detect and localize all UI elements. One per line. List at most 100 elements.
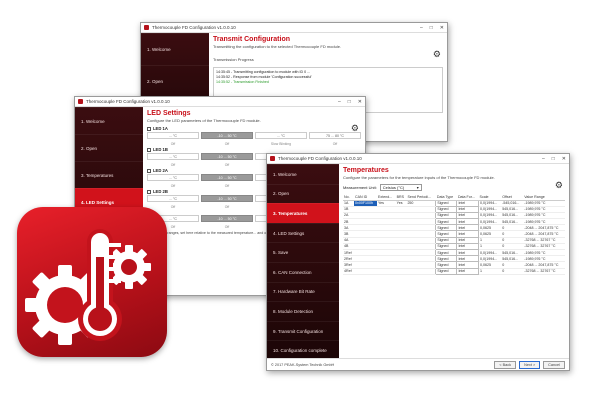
led-label: LED 1B (153, 147, 168, 152)
thermometer-gear-app-icon (17, 207, 167, 357)
led-state: Off (170, 163, 176, 167)
window-title: Thermocouple FD Configuration v1.0.0.10 (278, 156, 362, 161)
footer: © 2017 PEAK-System Technik GmbH < Back Ne… (267, 358, 569, 370)
led-range-cell[interactable]: ... °C (147, 195, 199, 202)
temperatures-window: Thermocouple FD Configuration v1.0.0.10 –… (266, 153, 570, 371)
close-icon[interactable]: ✕ (440, 25, 444, 31)
led-range-cell[interactable]: ... °C (147, 174, 199, 181)
led-range-cell[interactable]: -10 ... 50 °C (201, 215, 253, 222)
sidebar-item[interactable]: 6. CAN Connection (267, 261, 339, 282)
led-checkbox[interactable] (147, 168, 151, 173)
cancel-button[interactable]: Cancel (543, 360, 565, 369)
page-subtitle: Transmitting the configuration to the se… (213, 44, 342, 49)
unit-select[interactable]: Celsius (°C) ▾ (379, 184, 422, 191)
app-icon (270, 156, 275, 161)
led-checkbox[interactable] (147, 189, 151, 194)
sidebar-item[interactable]: 7. Hardware Bit Rate (267, 281, 339, 302)
led-range-cell[interactable]: ... °C (255, 132, 307, 139)
close-icon[interactable]: ✕ (358, 99, 362, 105)
led-state: Slow Blinking (270, 142, 292, 146)
led-header: LED 1B (147, 147, 361, 152)
minimize-icon[interactable]: – (338, 99, 341, 105)
page-subtitle: Configure the LED parameters of the Ther… (147, 118, 261, 123)
sidebar: 1. Welcome 2. Open 3. Temperatures 4. LED S… (267, 164, 339, 358)
table-cell[interactable] (395, 268, 407, 275)
table-cell[interactable]: Signed (435, 267, 458, 275)
table-cell[interactable]: -32768 ... 32767 °C (523, 268, 565, 275)
led-range-cell[interactable]: -10 ... 50 °C (201, 153, 253, 160)
led-header: LED 1A (147, 126, 361, 131)
sidebar-item[interactable]: 10. Configuration complete (267, 340, 339, 360)
log-line: 14:35:52 - Transmission Finished (216, 80, 269, 84)
unit-value: Celsius (°C) (382, 185, 405, 190)
led-label: LED 1A (153, 126, 168, 131)
minimize-icon[interactable]: – (420, 25, 423, 31)
title-bar: Thermocouple FD Configuration v1.0.0.10 –… (75, 97, 365, 107)
app-icon (78, 99, 83, 104)
led-state: Off (224, 184, 230, 188)
footer-buttons: < Back Next > Cancel (491, 360, 565, 369)
back-button[interactable]: < Back (494, 360, 517, 369)
page-title: LED Settings (147, 110, 191, 117)
led-state: Off (224, 163, 230, 167)
gear-icon[interactable]: ⚙ (433, 49, 441, 60)
close-icon[interactable]: ✕ (562, 156, 566, 162)
led-state: Off (170, 142, 176, 146)
sidebar-item[interactable]: 1. Welcome (267, 164, 339, 184)
table-cell[interactable] (406, 268, 436, 275)
sidebar-item[interactable]: 4. LED Settings (267, 222, 339, 243)
led-state: Off (224, 205, 230, 209)
led-range-cell[interactable]: ... °C (147, 153, 199, 160)
led-range-cell[interactable]: -10 ... 50 °C (201, 174, 253, 181)
gear-icon[interactable]: ⚙ (555, 180, 563, 191)
table-cell[interactable]: 0 (501, 268, 524, 275)
minimize-icon[interactable]: – (542, 156, 545, 162)
sidebar-item[interactable]: 1. Welcome (75, 107, 143, 134)
maximize-icon[interactable]: □ (552, 156, 555, 162)
sidebar-item[interactable]: 2. Open (141, 65, 209, 97)
sidebar-item[interactable]: 3. Temperatures (267, 203, 339, 223)
led-state: Off (332, 142, 338, 146)
temperature-table: No. CAN ID Extend... BRS Send Periodi... Data… (343, 194, 565, 275)
sidebar-item[interactable]: 5. Save (267, 242, 339, 262)
table-cell[interactable] (377, 268, 396, 275)
thermometer-gear-icon (25, 229, 151, 345)
led-range-cell[interactable]: -10 ... 50 °C (201, 195, 253, 202)
maximize-icon[interactable]: □ (430, 25, 433, 31)
led-label: LED 2A (153, 168, 168, 173)
app-icon (144, 25, 149, 30)
led-state: Off (224, 225, 230, 229)
maximize-icon[interactable]: □ (348, 99, 351, 105)
led-state: Off (224, 142, 230, 146)
led-checkbox[interactable] (147, 126, 151, 131)
table-cell[interactable]: Intel (456, 267, 480, 275)
next-button[interactable]: Next > (519, 360, 541, 369)
sidebar-item[interactable]: 2. Open (75, 134, 143, 161)
unit-label: Measurement Unit: (343, 185, 377, 190)
led-label: LED 2B (153, 189, 168, 194)
sidebar-item[interactable]: 1. Welcome (141, 33, 209, 65)
gear-icon[interactable]: ⚙ (351, 123, 359, 134)
table-cell[interactable]: 4Ref (343, 268, 355, 275)
sidebar-item[interactable]: 8. Module Detection (267, 301, 339, 321)
copyright: © 2017 PEAK-System Technik GmbH (271, 362, 335, 367)
table-row[interactable]: 4Ref Signed Intel 1 0 -32768 ... 32767 °C (343, 267, 565, 275)
table-cell[interactable]: 1 (478, 268, 502, 275)
sidebar-item[interactable]: 3. Temperatures (75, 161, 143, 188)
led-checkbox[interactable] (147, 147, 151, 152)
led-range-row: ... °C -10 ... 50 °C... °C 75 ... 80 °C (147, 132, 361, 139)
sidebar-item[interactable]: 2. Open (267, 183, 339, 204)
led-range-cell[interactable]: ... °C (147, 132, 199, 139)
page-title: Transmit Configuration (213, 36, 290, 43)
table-cell[interactable] (354, 268, 378, 275)
progress-label: Transmission Progress (213, 57, 254, 62)
page-title: Temperatures (343, 167, 389, 174)
title-bar: Thermocouple FD Configuration v1.0.0.10 –… (267, 154, 569, 164)
window-title: Thermocouple FD Configuration v1.0.0.10 (152, 25, 236, 30)
led-range-cell[interactable]: -10 ... 50 °C (201, 132, 253, 139)
chevron-down-icon: ▾ (416, 185, 419, 190)
measurement-unit-row: Measurement Unit: Celsius (°C) ▾ (343, 184, 565, 191)
title-bar: Thermocouple FD Configuration v1.0.0.10 –… (141, 23, 447, 33)
led-state: Off (170, 184, 176, 188)
sidebar-item[interactable]: 9. Transmit Configuration (267, 320, 339, 341)
